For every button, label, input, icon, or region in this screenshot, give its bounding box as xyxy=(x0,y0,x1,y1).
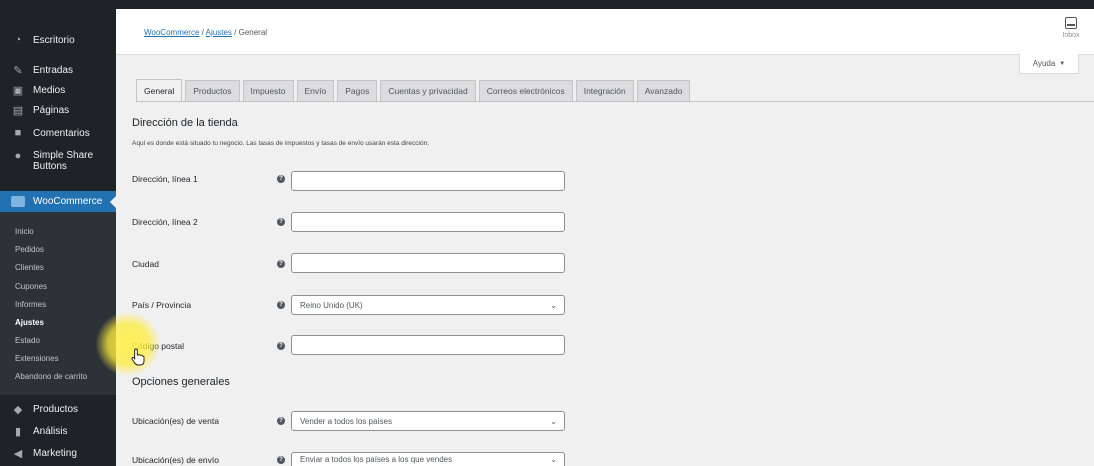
breadcrumb-woocommerce-link[interactable]: WooCommerce xyxy=(144,28,199,37)
field-label-address-1: Dirección, línea 1 xyxy=(132,174,198,184)
inbox-button[interactable]: Inbox xyxy=(1054,17,1088,39)
help-tip-icon[interactable]: ? xyxy=(277,260,285,268)
inbox-icon xyxy=(1065,17,1077,29)
cursor-highlight xyxy=(96,312,160,376)
tab-avanzado[interactable]: Avanzado xyxy=(636,80,691,101)
field-label-shipping-locations: Ubicación(es) de envío xyxy=(132,455,219,465)
tab-impuesto[interactable]: Impuesto xyxy=(242,80,294,101)
breadcrumb-current: General xyxy=(238,28,268,37)
sidebar-item-label: Escritorio xyxy=(33,34,75,46)
address-line-1-input[interactable] xyxy=(291,171,565,191)
shipping-locations-select[interactable]: Enviar a todos los países a los que vend… xyxy=(291,452,565,466)
submenu-item-clientes[interactable]: Clientes xyxy=(15,263,44,272)
country-select[interactable]: Reino Unido (UK) ⌄ xyxy=(291,295,565,315)
sidebar-item-paginas[interactable]: ▤ Páginas xyxy=(0,104,116,117)
tab-correos-electronicos[interactable]: Correos electrónicos xyxy=(478,80,573,101)
help-tip-icon[interactable]: ? xyxy=(277,342,285,350)
sidebar-item-label: Páginas xyxy=(33,104,70,116)
help-tip-icon[interactable]: ? xyxy=(277,301,285,309)
shipping-locations-value: Enviar a todos los países a los que vend… xyxy=(300,455,453,464)
submenu-item-pedidos[interactable]: Pedidos xyxy=(15,245,44,254)
sidebar-item-analisis[interactable]: ▮ Análisis xyxy=(0,425,116,438)
woocommerce-submenu: Inicio Pedidos Clientes Cupones Informes… xyxy=(0,212,116,395)
tab-cuentas-y-privacidad[interactable]: Cuentas y privacidad xyxy=(380,80,476,101)
sidebar-item-simple-share-buttons[interactable]: ● Simple Share Buttons xyxy=(0,150,116,172)
submenu-item-inicio[interactable]: Inicio xyxy=(15,227,34,236)
admin-top-bar xyxy=(0,0,1094,9)
marketing-icon: ◀ xyxy=(13,447,23,460)
settings-tabs: General Productos Impuesto Envío Pagos C… xyxy=(136,79,693,101)
sidebar-item-label: Productos xyxy=(33,403,79,415)
breadcrumb: WooCommerce / Ajustes / General xyxy=(144,28,267,37)
tabs-divider xyxy=(136,101,1094,102)
submenu-item-estado[interactable]: Estado xyxy=(15,336,40,345)
submenu-item-extensiones[interactable]: Extensiones xyxy=(15,354,59,363)
settings-main: WooCommerce / Ajustes / General Inbox Ay… xyxy=(116,9,1094,466)
help-tip-icon[interactable]: ? xyxy=(277,175,285,183)
sidebar-item-woocommerce[interactable]: WooCommerce xyxy=(0,191,116,212)
inbox-label: Inbox xyxy=(1062,32,1080,39)
sidebar-item-label: WooCommerce xyxy=(33,196,103,207)
selling-locations-value: Vender a todos los países xyxy=(300,416,393,426)
address-line-2-input[interactable] xyxy=(291,212,565,232)
submenu-item-ajustes[interactable]: Ajustes xyxy=(15,318,44,327)
sidebar-item-marketing[interactable]: ◀ Marketing xyxy=(0,447,116,460)
selling-locations-select[interactable]: Vender a todos los países ⌄ xyxy=(291,411,565,431)
tab-productos[interactable]: Productos xyxy=(185,80,240,101)
breadcrumb-ajustes-link[interactable]: Ajustes xyxy=(206,28,232,37)
sidebar-item-productos[interactable]: ◆ Productos xyxy=(0,403,116,416)
page-icon: ▤ xyxy=(12,104,24,117)
share-icon: ● xyxy=(14,150,22,162)
pin-icon: ✎ xyxy=(13,64,23,77)
tab-general[interactable]: General xyxy=(136,79,183,101)
analytics-icon: ▮ xyxy=(14,425,22,438)
section-title-store-address: Dirección de la tienda xyxy=(132,117,238,129)
breadcrumb-bar: WooCommerce / Ajustes / General Inbox xyxy=(116,9,1094,55)
submenu-item-cupones[interactable]: Cupones xyxy=(15,282,47,291)
section-description: Aquí es donde está situado tu negocio. L… xyxy=(132,140,430,147)
section-title-general-options: Opciones generales xyxy=(132,376,230,388)
tab-pagos[interactable]: Pagos xyxy=(337,80,378,101)
help-label: Ayuda xyxy=(1032,59,1056,68)
chevron-down-icon: ⌄ xyxy=(550,455,557,464)
help-tip-icon[interactable]: ? xyxy=(277,417,285,425)
products-icon: ◆ xyxy=(13,403,23,416)
woocommerce-icon xyxy=(11,196,25,207)
sidebar-item-escritorio[interactable]: ◔ Escritorio xyxy=(0,34,116,46)
sidebar-item-label: Análisis xyxy=(33,425,68,437)
city-input[interactable] xyxy=(291,253,565,273)
sidebar-item-label: Marketing xyxy=(33,447,77,459)
sidebar-item-label: Entradas xyxy=(33,64,74,76)
tab-envio[interactable]: Envío xyxy=(296,80,335,101)
tab-integracion[interactable]: Integración xyxy=(575,80,634,101)
field-label-address-2: Dirección, línea 2 xyxy=(132,217,198,227)
sidebar-item-label: Comentarios xyxy=(33,127,90,139)
hand-cursor-icon xyxy=(131,348,145,366)
chevron-down-icon: ⌄ xyxy=(550,417,557,426)
field-label-selling-locations: Ubicación(es) de venta xyxy=(132,416,219,426)
field-label-country: País / Provincia xyxy=(132,300,192,310)
sidebar-item-medios[interactable]: ▣ Medios xyxy=(0,84,116,97)
submenu-item-abandono-de-carrito[interactable]: Abandono de carrito xyxy=(15,372,87,381)
help-tip-icon[interactable]: ? xyxy=(277,218,285,226)
country-select-value: Reino Unido (UK) xyxy=(300,300,363,310)
breadcrumb-separator: / xyxy=(234,28,237,37)
breadcrumb-separator: / xyxy=(201,28,204,37)
sidebar-item-comentarios[interactable]: ■ Comentarios xyxy=(0,127,116,139)
help-tip-icon[interactable]: ? xyxy=(277,456,285,464)
comment-icon: ■ xyxy=(14,127,22,139)
help-button[interactable]: Ayuda ▼ xyxy=(1019,54,1079,74)
submenu-item-informes[interactable]: Informes xyxy=(15,300,46,309)
admin-sidebar: ◔ Escritorio ✎ Entradas ▣ Medios ▤ Págin… xyxy=(0,9,116,466)
field-label-city: Ciudad xyxy=(132,259,159,269)
sidebar-item-entradas[interactable]: ✎ Entradas xyxy=(0,64,116,77)
caret-down-icon: ▼ xyxy=(1059,60,1066,67)
sidebar-item-label: Simple Share Buttons xyxy=(33,150,94,172)
chevron-down-icon: ⌄ xyxy=(550,301,557,310)
media-icon: ▣ xyxy=(12,84,24,97)
postcode-input[interactable] xyxy=(291,335,565,355)
sidebar-item-label: Medios xyxy=(33,84,66,96)
dashboard-icon: ◔ xyxy=(14,34,22,46)
